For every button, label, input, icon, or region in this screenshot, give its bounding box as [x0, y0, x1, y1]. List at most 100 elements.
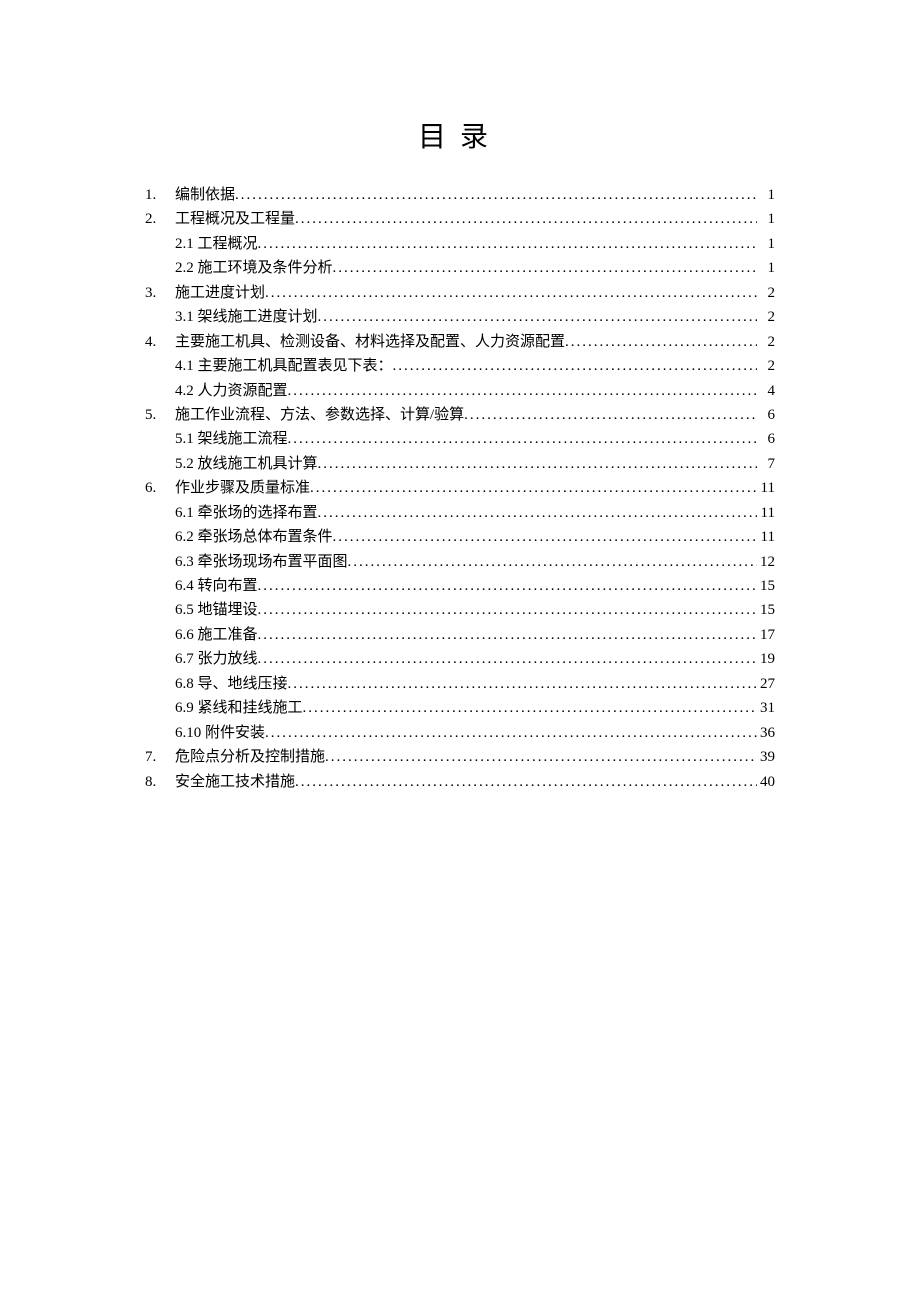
toc-page: 11 [757, 501, 775, 525]
toc-leader [265, 721, 757, 745]
toc-entry: 6.1 牵张场的选择布置 11 [145, 501, 775, 525]
toc-number: 2. [145, 207, 175, 231]
toc-label: 5.1 架线施工流程 [175, 427, 288, 451]
toc-entry: 6.7 张力放线 19 [145, 647, 775, 671]
toc-number: 7. [145, 745, 175, 769]
toc-leader [288, 672, 757, 696]
toc-entry: 7. 危险点分析及控制措施 39 [145, 745, 775, 769]
toc-page: 31 [757, 696, 775, 720]
toc-entry: 1. 编制依据 1 [145, 183, 775, 207]
toc-entry: 4.2 人力资源配置 4 [145, 379, 775, 403]
toc-leader [318, 452, 757, 476]
toc-entry: 2.1 工程概况 1 [145, 232, 775, 256]
toc-entry: 6.5 地锚埋设 15 [145, 598, 775, 622]
toc-label: 6.4 转向布置 [175, 574, 258, 598]
toc-entry: 4. 主要施工机具、检测设备、材料选择及配置、人力资源配置 2 [145, 330, 775, 354]
toc-entry: 4.1 主要施工机具配置表见下表： 2 [145, 354, 775, 378]
toc-label: 危险点分析及控制措施 [175, 745, 325, 769]
toc-label: 施工作业流程、方法、参数选择、计算/验算 [175, 403, 464, 427]
toc-entry: 5.2 放线施工机具计算 7 [145, 452, 775, 476]
toc-entry: 2.2 施工环境及条件分析 1 [145, 256, 775, 280]
toc-leader [288, 379, 757, 403]
toc-page: 1 [757, 232, 775, 256]
toc-label: 主要施工机具、检测设备、材料选择及配置、人力资源配置 [175, 330, 565, 354]
toc-entry: 6.6 施工准备 17 [145, 623, 775, 647]
toc-page: 11 [757, 525, 775, 549]
toc-leader [258, 598, 757, 622]
toc-page: 2 [757, 330, 775, 354]
toc-label: 工程概况及工程量 [175, 207, 295, 231]
toc-page: 2 [757, 281, 775, 305]
toc-label: 6.1 牵张场的选择布置 [175, 501, 318, 525]
toc-entry: 2. 工程概况及工程量 1 [145, 207, 775, 231]
toc-label: 2.2 施工环境及条件分析 [175, 256, 333, 280]
toc-page: 1 [757, 207, 775, 231]
toc-entry: 3. 施工进度计划 2 [145, 281, 775, 305]
toc-page: 40 [757, 770, 775, 794]
toc-page: 7 [757, 452, 775, 476]
page-title: 目录 [145, 115, 775, 155]
toc-label: 6.9 紧线和挂线施工 [175, 696, 303, 720]
toc-entry: 3.1 架线施工进度计划 2 [145, 305, 775, 329]
toc-leader [310, 476, 757, 500]
toc-label: 4.2 人力资源配置 [175, 379, 288, 403]
toc-entry: 6.9 紧线和挂线施工 31 [145, 696, 775, 720]
toc-leader [348, 550, 757, 574]
toc-label: 安全施工技术措施 [175, 770, 295, 794]
toc-page: 2 [757, 354, 775, 378]
toc-page: 1 [757, 183, 775, 207]
toc-number: 3. [145, 281, 175, 305]
toc-leader [258, 647, 757, 671]
toc-label: 编制依据 [175, 183, 235, 207]
toc-leader [258, 623, 757, 647]
toc-entry: 5.1 架线施工流程 6 [145, 427, 775, 451]
toc-leader [258, 574, 757, 598]
toc-leader [333, 525, 757, 549]
toc-page: 12 [757, 550, 775, 574]
toc-label: 4.1 主要施工机具配置表见下表： [175, 354, 393, 378]
toc-leader [303, 696, 757, 720]
toc-label: 施工进度计划 [175, 281, 265, 305]
toc-page: 36 [757, 721, 775, 745]
toc-leader [295, 207, 757, 231]
toc-leader [318, 305, 757, 329]
toc-entry: 6. 作业步骤及质量标准 11 [145, 476, 775, 500]
toc-page: 27 [757, 672, 775, 696]
toc-label: 2.1 工程概况 [175, 232, 258, 256]
toc-leader [318, 501, 757, 525]
toc-number: 5. [145, 403, 175, 427]
toc-page: 6 [757, 427, 775, 451]
toc-leader [333, 256, 757, 280]
toc-leader [258, 232, 757, 256]
toc-label: 6.3 牵张场现场布置平面图 [175, 550, 348, 574]
toc-label: 3.1 架线施工进度计划 [175, 305, 318, 329]
toc-number: 6. [145, 476, 175, 500]
toc-number: 4. [145, 330, 175, 354]
toc-page: 15 [757, 598, 775, 622]
toc-leader [265, 281, 757, 305]
toc-page: 1 [757, 256, 775, 280]
toc-label: 6.5 地锚埋设 [175, 598, 258, 622]
toc-leader [464, 403, 757, 427]
toc-label: 作业步骤及质量标准 [175, 476, 310, 500]
toc-number: 8. [145, 770, 175, 794]
toc-page: 2 [757, 305, 775, 329]
toc-entry: 8. 安全施工技术措施 40 [145, 770, 775, 794]
toc-entry: 5. 施工作业流程、方法、参数选择、计算/验算 6 [145, 403, 775, 427]
toc-leader [393, 354, 757, 378]
toc-label: 6.2 牵张场总体布置条件 [175, 525, 333, 549]
toc-label: 5.2 放线施工机具计算 [175, 452, 318, 476]
toc-label: 6.10 附件安装 [175, 721, 265, 745]
toc-leader [295, 770, 757, 794]
toc-page: 15 [757, 574, 775, 598]
toc-page: 19 [757, 647, 775, 671]
toc-entry: 6.10 附件安装 36 [145, 721, 775, 745]
toc-label: 6.6 施工准备 [175, 623, 258, 647]
toc-number: 1. [145, 183, 175, 207]
toc-entry: 6.8 导、地线压接 27 [145, 672, 775, 696]
toc-label: 6.7 张力放线 [175, 647, 258, 671]
toc-page: 6 [757, 403, 775, 427]
toc-entry: 6.4 转向布置 15 [145, 574, 775, 598]
table-of-contents: 1. 编制依据 1 2. 工程概况及工程量 1 2.1 工程概况 1 2.2 施… [145, 183, 775, 794]
toc-entry: 6.3 牵张场现场布置平面图 12 [145, 550, 775, 574]
